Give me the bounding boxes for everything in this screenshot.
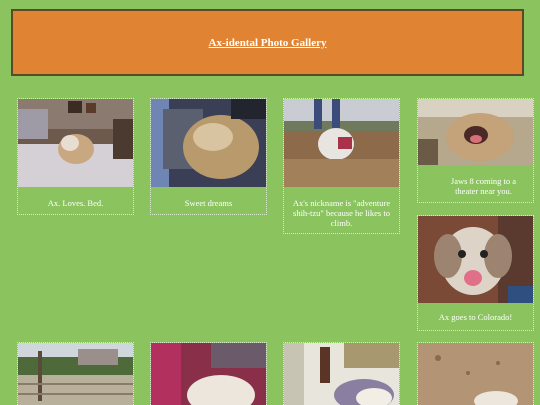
- gallery-card-4[interactable]: Jaws 8 coming to a theater near you.: [417, 98, 534, 203]
- gallery-card-3[interactable]: Ax's nickname is "adventure shih-tzu" be…: [283, 98, 400, 234]
- gallery-card-6[interactable]: [17, 342, 134, 405]
- gallery-photo-2[interactable]: [151, 99, 266, 187]
- gallery-card-7[interactable]: [150, 342, 267, 405]
- gallery-card-5[interactable]: Ax goes to Colorado!: [417, 215, 534, 331]
- gallery-photo-7[interactable]: [151, 343, 266, 405]
- gallery-caption-1: Ax. Loves. Bed.: [47, 198, 104, 208]
- gallery-caption-5: Ax goes to Colorado!: [438, 312, 513, 322]
- gallery-card-2[interactable]: Sweet dreams: [150, 98, 267, 215]
- gallery-photo-3[interactable]: [284, 99, 399, 187]
- gallery-photo-5[interactable]: [418, 216, 533, 303]
- gallery-card-8[interactable]: [283, 342, 400, 405]
- gallery-photo-1[interactable]: [18, 99, 133, 187]
- gallery-header-banner: Ax-idental Photo Gallery: [11, 9, 524, 76]
- gallery-photo-8[interactable]: [284, 343, 399, 405]
- gallery-photo-9[interactable]: [418, 343, 533, 405]
- gallery-caption-3: Ax's nickname is "adventure shih-tzu" be…: [292, 198, 391, 228]
- gallery-photo-4[interactable]: [418, 99, 533, 165]
- gallery-card-1[interactable]: Ax. Loves. Bed.: [17, 98, 134, 215]
- gallery-card-9[interactable]: [417, 342, 534, 405]
- page: Ax-idental Photo Gallery Ax. Loves. Bed.: [0, 0, 540, 405]
- gallery-photo-6[interactable]: [18, 343, 133, 405]
- gallery-caption-4: Jaws 8 coming to a theater near you.: [450, 176, 517, 196]
- gallery-title-link[interactable]: Ax-idental Photo Gallery: [209, 37, 327, 49]
- gallery-caption-2: Sweet dreams: [184, 198, 233, 208]
